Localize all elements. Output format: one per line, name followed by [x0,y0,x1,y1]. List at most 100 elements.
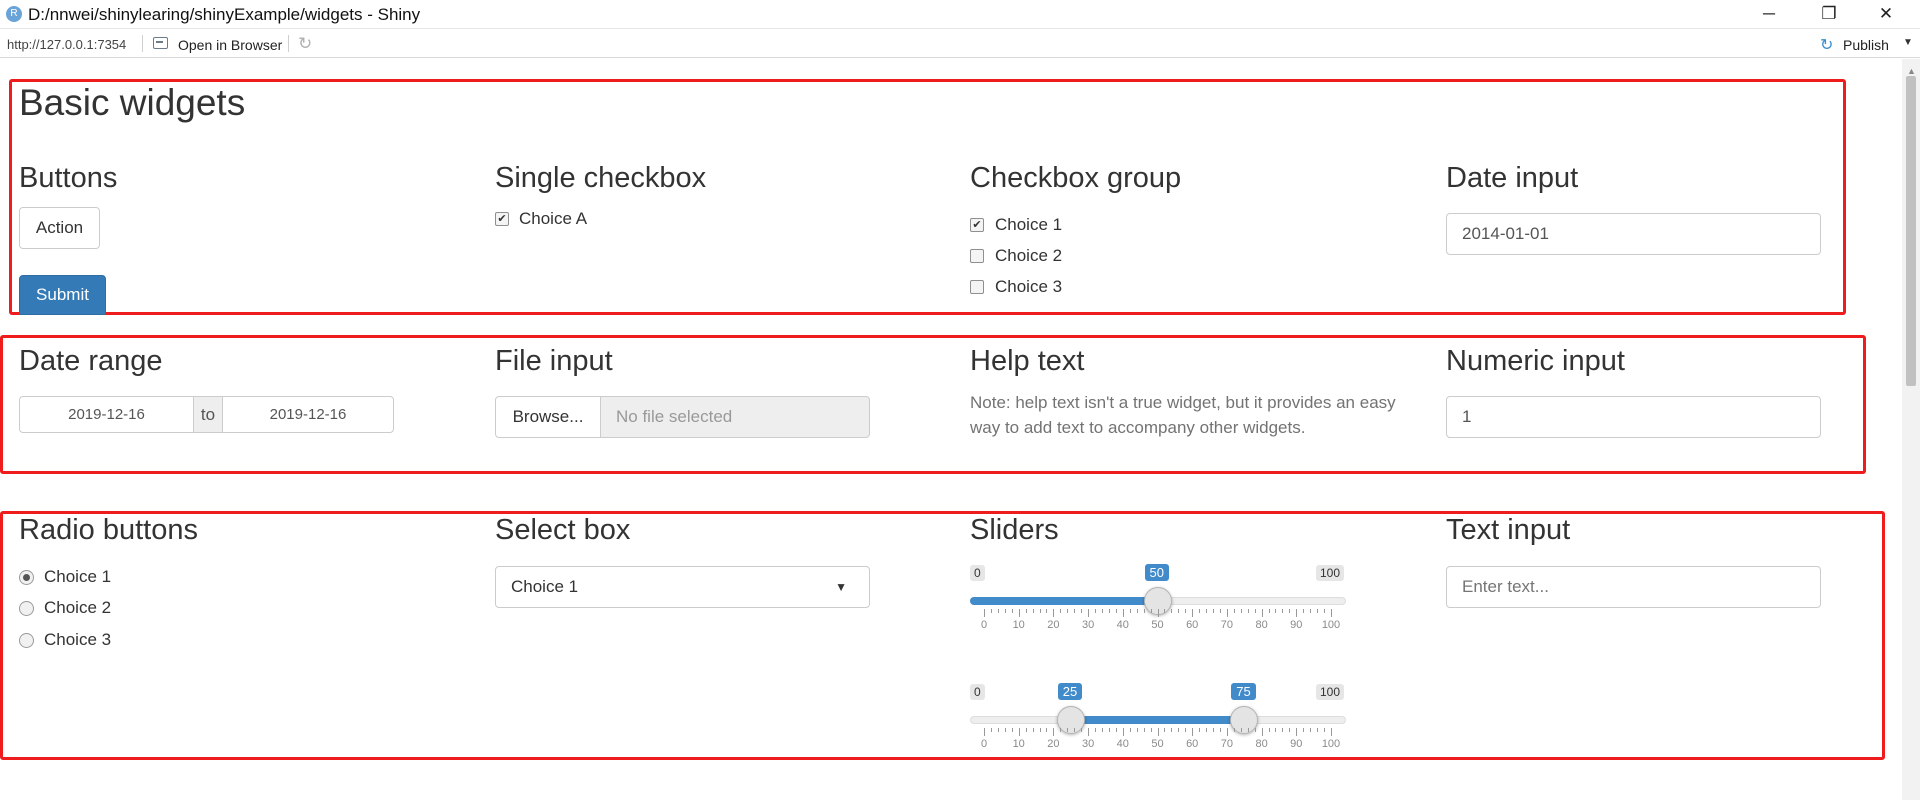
slider-major-tick [1122,728,1124,736]
scrollbar-thumb[interactable] [1906,76,1916,386]
slider-minor-tick [1282,728,1284,732]
slider-minor-tick [1171,609,1173,613]
help-text: Note: help text isn't a true widget, but… [970,393,1396,437]
slider-minor-tick [1171,728,1173,732]
slider-minor-tick [1011,728,1013,732]
slider-minor-tick [1060,728,1062,732]
slider-value-label: 75 [1231,683,1256,700]
slider-minor-tick [1240,728,1242,732]
slider-minor-tick [1095,728,1097,732]
radio-buttons-heading: Radio buttons [19,514,198,546]
slider-minor-tick [1178,728,1180,732]
slider-tick-label: 100 [1321,619,1341,631]
open-in-browser-button[interactable]: Open in Browser [178,37,282,53]
toolbar-separator [288,35,289,52]
slider-tick-label: 60 [1186,619,1199,631]
checkbox-group-choice-3[interactable] [970,280,984,294]
publish-icon[interactable]: ↻ [1820,35,1833,55]
slider-minor-tick [1067,728,1069,732]
single-checkbox-heading: Single checkbox [495,162,707,194]
checkbox-group-choice-1[interactable]: ✔ [970,218,984,232]
slider-minor-tick [1004,609,1006,613]
slider-tick-label: 40 [1116,619,1129,631]
slider-minor-tick [1254,609,1256,613]
date-range-start[interactable]: 2019-12-16 [19,396,194,433]
slider-minor-tick [1275,609,1277,613]
numeric-input-field[interactable]: 1 [1446,396,1821,438]
slider-minor-tick [1115,609,1117,613]
select-box-heading: Select box [495,514,631,546]
date-range-heading: Date range [19,345,163,377]
slider-minor-tick [1011,609,1013,613]
slider-minor-tick [1150,609,1152,613]
maximize-button[interactable]: ❐ [1805,0,1853,29]
refresh-icon[interactable]: ↻ [298,34,312,54]
browse-button[interactable]: Browse... [495,396,601,438]
file-name-field[interactable]: No file selected [600,396,870,438]
radio-label: Choice 3 [44,630,112,649]
scroll-up-icon[interactable]: ▲ [1907,66,1916,76]
slider-minor-tick [1164,728,1166,732]
select-box[interactable]: Choice 1 ▼ [495,566,870,608]
publish-dropdown-icon[interactable]: ▼ [1903,37,1913,48]
minimize-button[interactable]: ─ [1745,0,1793,29]
slider-minor-tick [1289,609,1291,613]
numeric-input-heading: Numeric input [1446,345,1625,377]
checkbox-choice-a[interactable]: ✔ [495,212,509,226]
r-app-icon: R [6,6,22,22]
publish-button[interactable]: Publish [1843,37,1889,53]
checkbox-group-choice-2[interactable] [970,249,984,263]
slider-minor-tick [990,609,992,613]
slider-minor-tick [1240,609,1242,613]
slider-minor-tick [1213,609,1215,613]
slider-minor-tick [1060,609,1062,613]
slider-tick-label: 0 [980,738,988,750]
slider-minor-tick [1081,609,1083,613]
buttons-heading: Buttons [19,162,118,194]
slider-tick-label: 50 [1151,738,1164,750]
slider-tick-label: 0 [980,619,988,631]
slider-minor-tick [1219,728,1221,732]
browser-icon[interactable] [153,37,168,49]
slider-tick-label: 10 [1012,619,1025,631]
slider-minor-tick [1046,728,1048,732]
sliders-heading: Sliders [970,514,1059,546]
radio-choice-1[interactable] [19,570,34,585]
slider-minor-tick [1310,609,1312,613]
slider-minor-tick [1247,609,1249,613]
slider-minor-tick [1150,728,1152,732]
text-input-field[interactable] [1446,566,1821,608]
toolbar-separator [142,35,143,52]
slider-tick-label: 70 [1220,619,1234,631]
slider-tick-label: 30 [1081,619,1095,631]
slider-major-tick [1331,728,1332,736]
date-input-field[interactable]: 2014-01-01 [1446,213,1821,255]
slider-tick-label: 80 [1255,619,1268,631]
slider-major-tick [1261,728,1263,736]
radio-choice-2[interactable] [19,601,34,616]
slider-minor-tick [1101,728,1103,732]
slider-major-tick [984,728,985,736]
slider-minor-tick [1213,728,1215,732]
annotation-box-row3 [0,511,1885,760]
slider-minor-tick [1178,609,1180,613]
slider-bar [970,597,1158,605]
window-title: D:/nnwei/shinylearing/shinyExample/widge… [28,5,421,24]
slider-tick-label: 20 [1047,738,1060,750]
slider-minor-tick [1324,728,1326,732]
url-label: http://127.0.0.1:7354 [7,37,127,52]
date-range-end[interactable]: 2019-12-16 [222,396,394,433]
slider-minor-tick [1206,728,1208,732]
select-box-value: Choice 1 [511,577,579,596]
help-text-heading: Help text [970,345,1085,377]
slider-major-tick [1296,609,1298,617]
slider-major-tick [1018,728,1020,736]
slider-minor-tick [1032,609,1034,613]
action-button[interactable]: Action [19,207,100,249]
radio-choice-3[interactable] [19,633,34,648]
submit-button[interactable]: Submit [19,275,106,315]
slider-minor-tick [997,609,999,613]
checkbox-group-label: Choice 1 [995,215,1063,234]
checkbox-label: Choice A [519,209,588,228]
close-button[interactable]: ✕ [1862,0,1910,29]
